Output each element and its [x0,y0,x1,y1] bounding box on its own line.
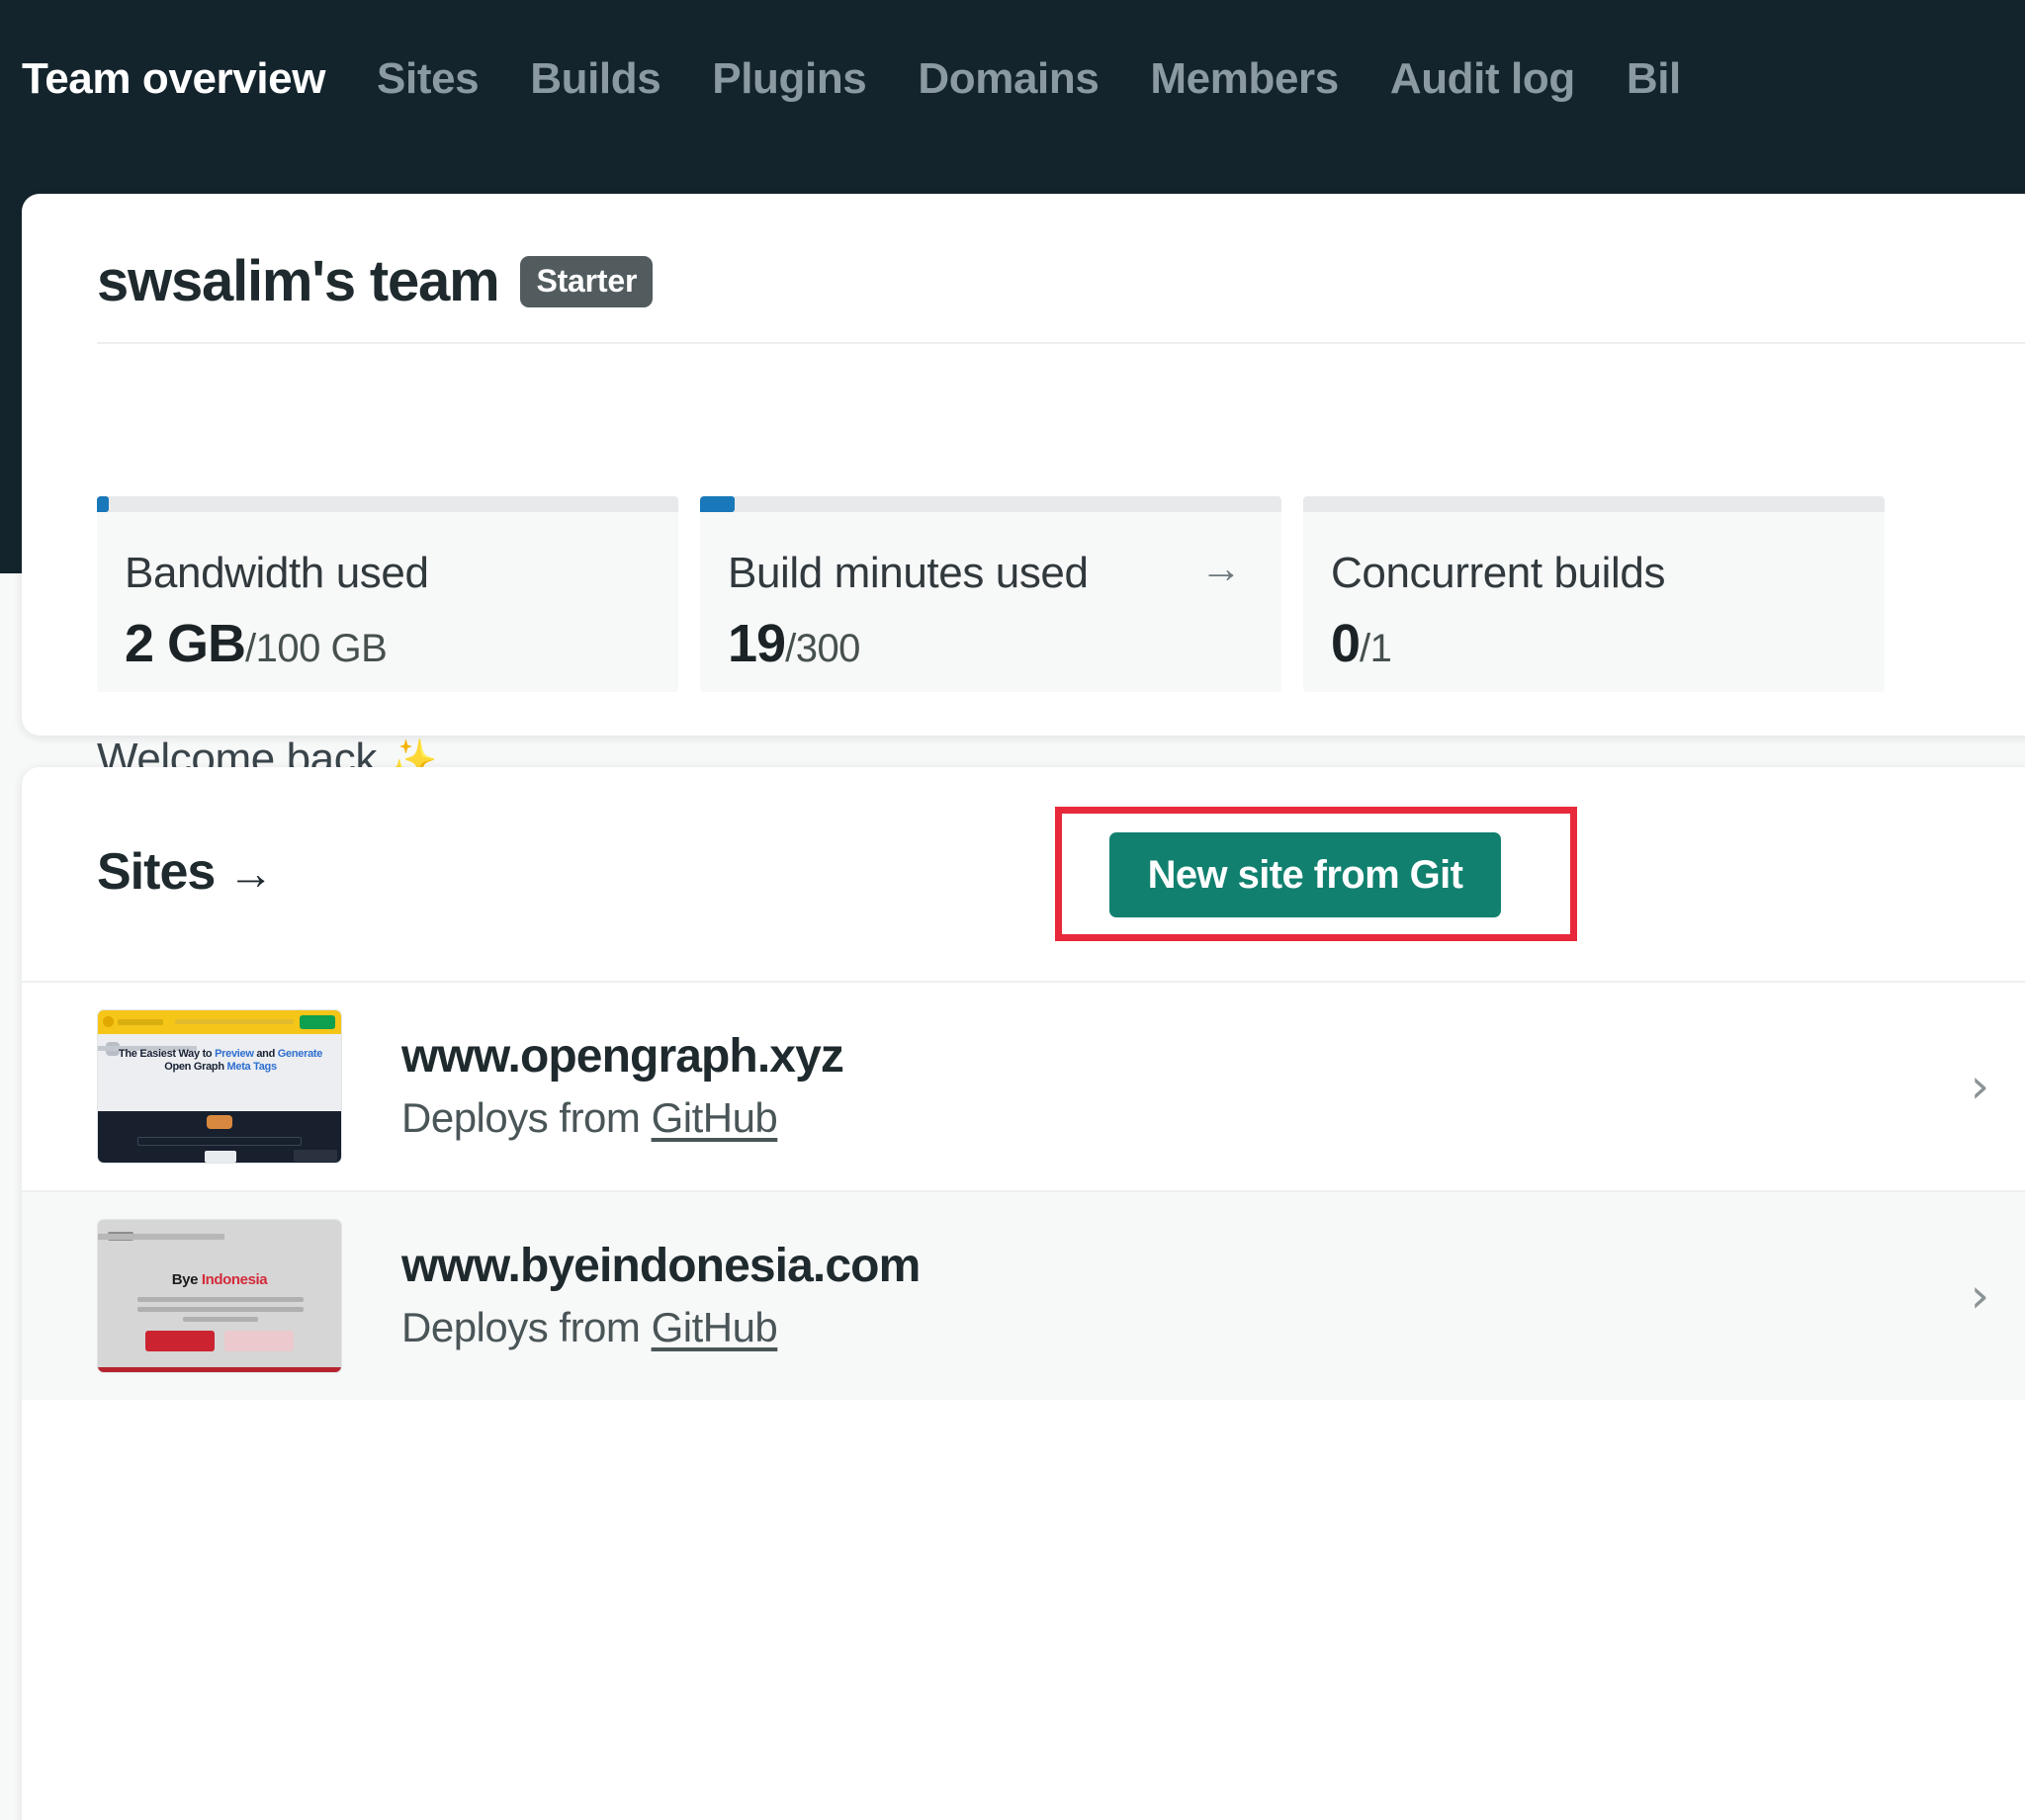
site-thumbnail-opengraph: The Easiest Way to Preview and Generate … [97,1009,342,1164]
bandwidth-used: 2 GB [125,614,246,673]
sites-section-title: Sites [97,843,216,901]
site-info: www.opengraph.xyz Deploys from GitHub [401,1029,1971,1143]
sites-header: Sites → New site from Git [22,767,2025,981]
thumb-headline-part3: Meta Tags [226,1061,278,1073]
nav-item-members[interactable]: Members [1124,57,1364,101]
thumb-title-part-b: Indonesia [201,1271,268,1288]
build-minutes-total: /300 [785,627,860,670]
team-overview-card: swsalim's team Starter Bandwidth used 2 … [22,194,2025,781]
site-info: www.byeindonesia.com Deploys from GitHub [401,1239,1971,1352]
site-deploy-source: Deploys from GitHub [401,1093,1971,1143]
arrow-right-icon[interactable]: → [1200,548,1242,589]
bandwidth-value: 2 GB/100 GB [125,614,388,673]
concurrent-builds-used: 0 [1331,614,1361,673]
site-thumbnail-byeindonesia: Bye Indonesia [97,1219,342,1373]
deploy-provider-link[interactable]: GitHub [652,1094,778,1141]
site-deploy-source: Deploys from GitHub [401,1303,1971,1352]
thumb-headline: The Easiest Way to Preview and Generate … [108,1048,333,1074]
nav-item-billing[interactable]: Bil [1601,57,1707,101]
primary-nav: Team overview Sites Builds Plugins Domai… [0,40,2025,119]
thumb-title: Bye Indonesia [98,1271,341,1288]
thumb-headline-part2a: and [256,1048,278,1060]
thumb-headline-part1b: Preview [215,1048,254,1060]
build-minutes-label: Build minutes used [728,549,1089,597]
concurrent-builds-total: /1 [1360,627,1392,670]
thumb-footer [98,1111,341,1163]
chevron-right-icon[interactable]: › [1971,1272,1989,1320]
deploy-prefix: Deploys from [401,1304,652,1351]
stat-card-bandwidth[interactable]: Bandwidth used 2 GB/100 GB [97,496,678,692]
site-url: www.byeindonesia.com [401,1240,921,1293]
site-url: www.opengraph.xyz [401,1030,844,1083]
chevron-right-icon[interactable]: › [1971,1063,1989,1110]
nav-item-sites[interactable]: Sites [351,57,504,101]
header-divider [97,342,2025,344]
bandwidth-label: Bandwidth used [125,549,429,597]
page-title: swsalim's team [97,249,500,313]
thumb-title-part-a: Bye [171,1271,202,1288]
thumb-headline-part2c: Open Graph [164,1061,224,1073]
nav-item-audit-log[interactable]: Audit log [1365,57,1601,101]
deploy-prefix: Deploys from [401,1094,652,1142]
thumb-headline-part1: The Easiest Way to [118,1048,216,1060]
nav-item-domains[interactable]: Domains [892,57,1124,101]
nav-item-builds[interactable]: Builds [504,57,686,101]
concurrent-builds-value: 0/1 [1331,614,1392,673]
build-minutes-progress-track [700,496,1281,512]
stat-card-concurrent-builds[interactable]: Concurrent builds 0/1 [1303,496,1885,692]
thumb-headline-part2b: Generate [277,1048,323,1060]
sites-card: Sites → New site from Git The Easiest Wa… [22,767,2025,1820]
nav-item-plugins[interactable]: Plugins [686,57,892,101]
page-root: Team overview Sites Builds Plugins Domai… [0,0,2025,1820]
bandwidth-progress-track [97,496,678,512]
concurrent-builds-progress-track [1303,496,1885,512]
build-minutes-value: 19/300 [728,617,860,670]
usage-stats-group: Bandwidth used 2 GB/100 GB Build minutes… [97,496,1885,692]
bandwidth-progress-fill [97,496,109,512]
stat-card-build-minutes[interactable]: Build minutes used → 19/300 [700,496,1281,692]
sites-section-link[interactable]: Sites → [97,843,274,901]
concurrent-builds-label: Concurrent builds [1331,549,1666,597]
arrow-right-icon: → [227,847,274,899]
thumb-banner [98,1010,341,1034]
build-minutes-progress-fill [700,496,736,512]
table-row[interactable]: Bye Indonesia www.byeindonesia.com Deplo… [22,1190,2025,1400]
nav-item-team-overview[interactable]: Team overview [22,57,351,101]
bandwidth-total: /100 GB [245,627,388,670]
table-row[interactable]: The Easiest Way to Preview and Generate … [22,981,2025,1190]
thumb-body: Bye Indonesia [98,1220,341,1372]
plan-badge: Starter [520,256,654,307]
build-minutes-used: 19 [728,614,786,673]
new-site-from-git-button[interactable]: New site from Git [1109,832,1501,917]
team-header: swsalim's team Starter [97,249,654,313]
deploy-provider-link[interactable]: GitHub [652,1304,778,1350]
